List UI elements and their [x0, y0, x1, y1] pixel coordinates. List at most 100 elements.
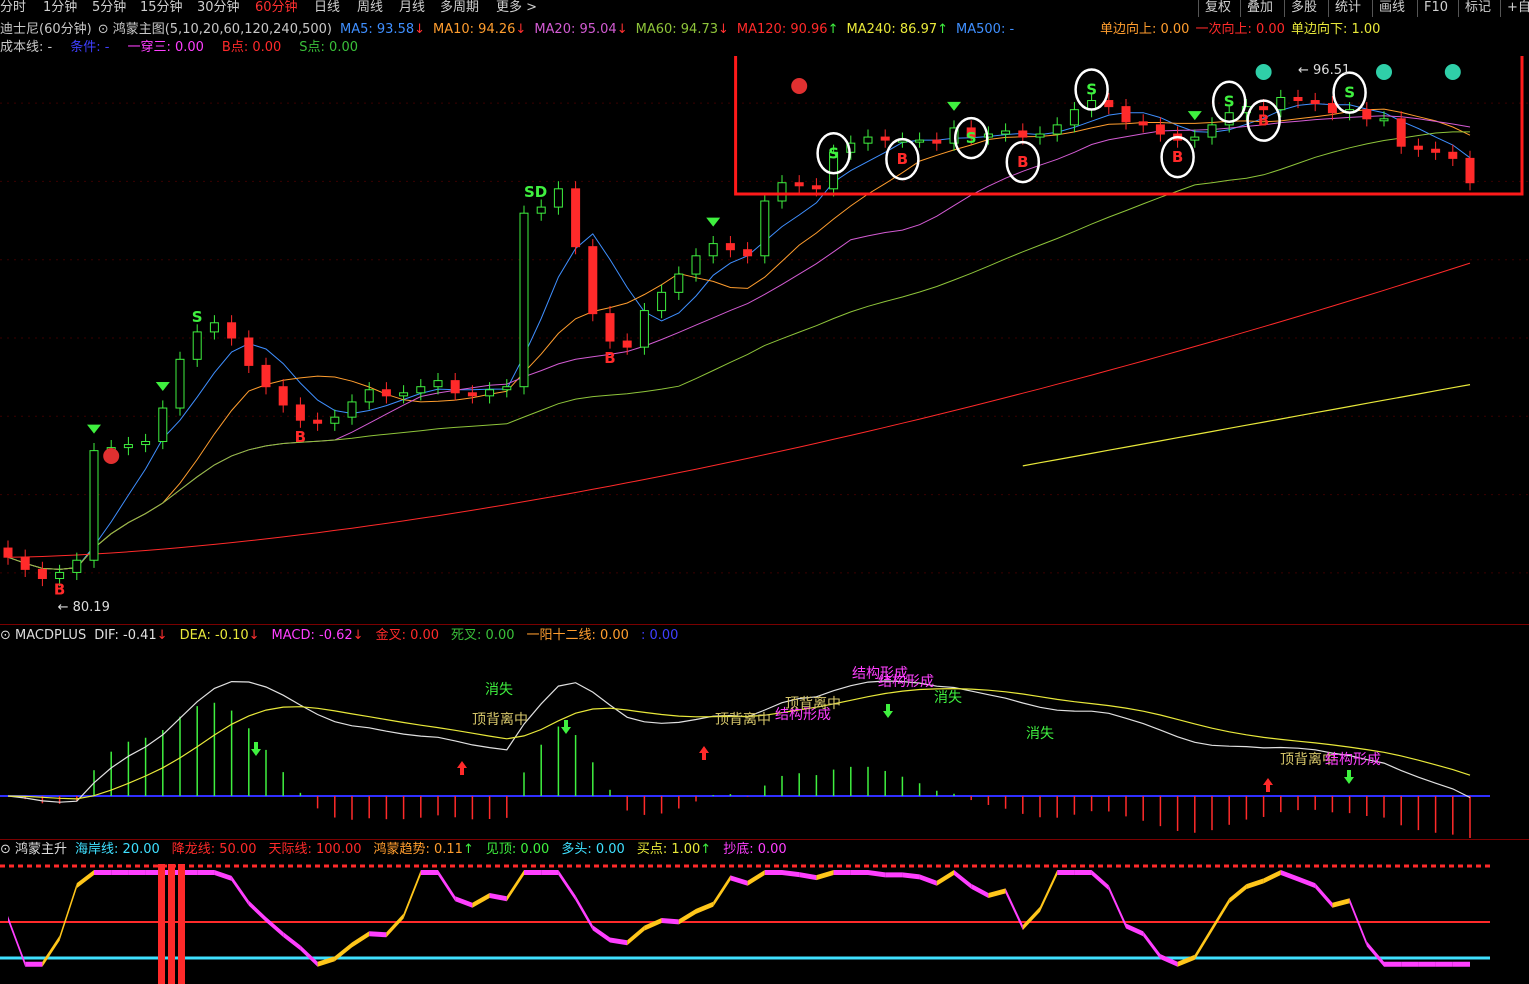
candle[interactable] — [1362, 102, 1372, 127]
candle[interactable] — [123, 436, 133, 456]
main-price-chart[interactable]: B B S B S B S B S B S B S ← 96.51 ← 80.19 SD — [0, 56, 1529, 622]
candle[interactable] — [1379, 111, 1389, 127]
candle[interactable] — [89, 443, 99, 568]
tab-0[interactable]: 分时 — [0, 0, 26, 16]
candle[interactable] — [450, 373, 460, 401]
toolbar-button-3[interactable]: 统计 — [1328, 0, 1367, 17]
candle[interactable] — [347, 394, 357, 425]
candle[interactable] — [1431, 141, 1441, 160]
candle[interactable] — [209, 315, 219, 340]
trend-band — [524, 870, 542, 875]
tab-3[interactable]: 15分钟 — [140, 0, 183, 16]
main-header-right-signals: 单边向上: 0.00 一次向上: 0.00 单边向下: 1.00 — [1100, 22, 1386, 38]
candle[interactable] — [915, 132, 925, 148]
candle[interactable] — [639, 302, 649, 355]
candle[interactable] — [725, 236, 735, 258]
toolbar-button-7[interactable]: +自 — [1500, 0, 1529, 17]
candle[interactable] — [657, 284, 667, 319]
hongmeng-chart[interactable] — [0, 858, 1529, 984]
candle[interactable] — [880, 129, 890, 148]
candle[interactable] — [141, 433, 151, 453]
candle[interactable] — [1001, 123, 1011, 142]
candle[interactable] — [278, 379, 288, 413]
candle[interactable] — [519, 205, 529, 395]
candle[interactable] — [588, 239, 598, 322]
candle[interactable] — [381, 382, 391, 404]
candle[interactable] — [416, 379, 426, 401]
candle[interactable] — [1052, 117, 1062, 142]
indicator-value: DEA: -0.10↓ — [179, 628, 260, 643]
candle[interactable] — [605, 306, 615, 349]
candle[interactable] — [37, 561, 47, 587]
candle[interactable] — [743, 242, 753, 264]
tab-4[interactable]: 30分钟 — [197, 0, 240, 16]
candle[interactable] — [1138, 114, 1148, 133]
candle[interactable] — [674, 266, 684, 300]
candle[interactable] — [227, 315, 237, 346]
tab-7[interactable]: 周线 — [357, 0, 383, 16]
candle[interactable] — [1207, 117, 1217, 145]
high-price-label: ← 96.51 — [1298, 63, 1350, 78]
candle[interactable] — [502, 379, 512, 398]
candle[interactable] — [175, 351, 185, 416]
trend-band — [1143, 931, 1161, 960]
indicator-value: 鸿蒙趋势: 0.11↑ — [373, 842, 474, 857]
trend-arrow-icon: ↓ — [616, 22, 628, 37]
candle[interactable] — [192, 324, 202, 367]
tab-10[interactable]: 更多 > — [496, 0, 537, 16]
candle[interactable] — [158, 400, 168, 450]
indicator-name[interactable]: ⊙ 鸿蒙主图(5,10,20,60,120,240,500) — [98, 22, 332, 37]
trend-band — [1263, 870, 1281, 884]
trend-band — [1418, 961, 1436, 967]
macd-chart[interactable]: 消失顶背离中 顶背离中 结构形成顶背离中结构形成结构形成消失消失顶背离中结构形成 — [0, 646, 1529, 838]
candle[interactable] — [1465, 150, 1475, 191]
toolbar-button-6[interactable]: 标记 — [1458, 0, 1497, 17]
tab-6[interactable]: 日线 — [314, 0, 340, 16]
candle[interactable] — [1413, 138, 1423, 157]
tab-2[interactable]: 5分钟 — [92, 0, 126, 16]
trend-band — [1401, 961, 1419, 967]
candle[interactable] — [433, 373, 443, 395]
svg-text:S: S — [1224, 93, 1235, 111]
candle[interactable] — [571, 181, 581, 255]
candle[interactable] — [932, 132, 942, 151]
candle[interactable] — [313, 412, 323, 431]
candle[interactable] — [863, 129, 873, 151]
candle[interactable] — [72, 552, 82, 581]
toolbar-button-1[interactable]: 叠加 — [1240, 0, 1279, 17]
toolbar-button-2[interactable]: 多股 — [1284, 0, 1323, 17]
candle[interactable] — [553, 181, 563, 215]
trend-arrow-icon: ↓ — [156, 628, 168, 643]
macd-annotation: 顶背离中 — [785, 695, 841, 712]
tab-5[interactable]: 60分钟 — [255, 0, 298, 16]
toolbar-button-4[interactable]: 画线 — [1372, 0, 1411, 17]
trend-band — [128, 870, 146, 875]
candle[interactable] — [1310, 92, 1320, 112]
candle[interactable] — [3, 540, 13, 565]
trend-band — [936, 870, 954, 886]
candle[interactable] — [760, 193, 770, 264]
tab-1[interactable]: 1分钟 — [43, 0, 77, 16]
candle[interactable] — [330, 409, 340, 431]
pane-indicator-name[interactable]: ⊙ 鸿蒙主升 — [0, 842, 67, 857]
trend-band — [919, 874, 937, 886]
svg-text:S: S — [966, 129, 977, 147]
trend-band — [1074, 870, 1092, 875]
candle[interactable] — [1155, 117, 1165, 142]
candle[interactable] — [536, 199, 546, 221]
macd-annotation: 结构形成 — [1325, 752, 1381, 768]
candle[interactable] — [1035, 126, 1045, 145]
tab-8[interactable]: 月线 — [399, 0, 425, 16]
toolbar-button-0[interactable]: 复权 — [1198, 0, 1237, 17]
trend-band — [248, 900, 266, 923]
candle[interactable] — [244, 330, 254, 374]
candle[interactable] — [777, 175, 787, 209]
candle[interactable] — [1448, 144, 1458, 166]
candle[interactable] — [708, 236, 718, 264]
pane-indicator-name[interactable]: ⊙ MACDPLUS — [0, 628, 86, 643]
candle[interactable] — [794, 175, 804, 194]
toolbar-button-5[interactable]: F10 — [1417, 0, 1454, 17]
candle[interactable] — [261, 357, 271, 395]
tab-9[interactable]: 多周期 — [440, 0, 479, 16]
candle[interactable] — [295, 397, 305, 428]
